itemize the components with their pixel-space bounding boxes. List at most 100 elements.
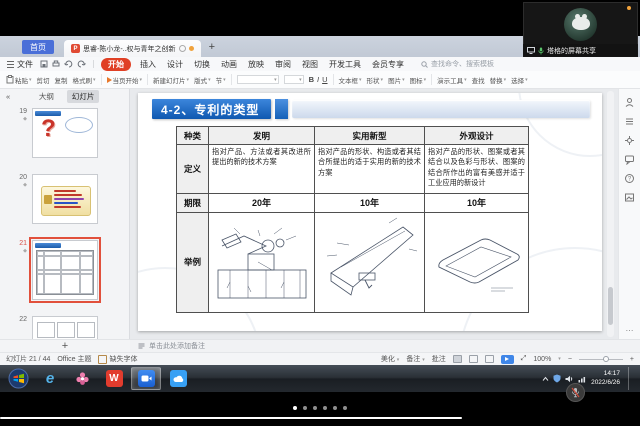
undo-icon[interactable] (64, 60, 73, 68)
notes-bar[interactable]: 单击此处添加备注 (130, 340, 640, 352)
slide-sorter-view-button[interactable] (469, 355, 478, 363)
layout-button[interactable]: 版式▾ (194, 75, 211, 85)
add-slide-button[interactable]: + (62, 341, 68, 352)
fit-slide-icon[interactable]: ⤢ (521, 355, 527, 363)
format-painter-button[interactable]: 格式刷▾ (73, 75, 96, 85)
font-size-select[interactable]: ▾ (284, 75, 304, 84)
menu-tab-animation[interactable]: 动画 (219, 59, 239, 70)
taskbar-ie-button[interactable]: e (35, 367, 65, 390)
document-tab[interactable]: P 思睿-陈小龙-..权与青年之创新 (64, 40, 201, 57)
font-family-select[interactable]: ▾ (237, 75, 279, 84)
thumbnail-row-21-selected[interactable]: 21◆ (0, 240, 129, 300)
page-dot-active[interactable] (293, 406, 297, 410)
patent-types-table[interactable]: 种类 发明 实用新型 外观设计 定义 指对产品、方法或者其改进所提出的新的技术方… (176, 126, 529, 313)
textbox-button[interactable]: 文本框▾ (339, 75, 362, 85)
zoom-in-button[interactable]: + (630, 356, 634, 363)
save-icon[interactable] (40, 60, 48, 68)
underline-button[interactable]: U (322, 75, 327, 84)
slideshow-button[interactable] (501, 355, 514, 364)
reading-view-button[interactable] (485, 355, 494, 363)
thumbnail-row-22[interactable]: 22 (0, 316, 129, 339)
tab-slides[interactable]: 幻灯片 (67, 90, 100, 103)
tab-close-icon[interactable] (179, 45, 186, 52)
copy-button[interactable]: 复制 (55, 75, 68, 85)
missing-font-warning[interactable]: 缺失字体 (98, 354, 137, 364)
list-icon[interactable] (624, 116, 635, 127)
image-panel-icon[interactable] (624, 192, 635, 203)
menu-tab-design[interactable]: 设计 (165, 59, 185, 70)
presentation-tools-button[interactable]: 演示工具▾ (437, 75, 467, 85)
menu-tab-review[interactable]: 审阅 (273, 59, 293, 70)
taskbar-cloud-button[interactable] (163, 367, 193, 390)
select-button[interactable]: 选择▾ (511, 75, 528, 85)
show-desktop-button[interactable] (628, 367, 634, 390)
section-button[interactable]: 节▾ (216, 75, 226, 85)
play-from-current-button[interactable]: 当页开始▾ (107, 75, 143, 85)
comments-toggle-button[interactable]: 批注 (432, 354, 446, 364)
start-button[interactable] (3, 367, 33, 390)
shape-button[interactable]: 形状▾ (367, 75, 384, 85)
notes-toggle-button[interactable]: 备注 ▾ (406, 354, 424, 364)
settings-icon[interactable] (624, 135, 635, 146)
menu-tab-transition[interactable]: 切换 (192, 59, 212, 70)
taskbar-wps-button[interactable]: W (99, 367, 129, 390)
slide-20-thumbnail[interactable] (32, 174, 98, 224)
cut-button[interactable]: 剪切 (37, 75, 50, 85)
screen-share-label-bar[interactable]: 塔格的屏幕共享 (523, 44, 638, 57)
normal-view-button[interactable] (453, 355, 462, 363)
slide-panel: « 大纲 幻灯片 19◆ ? (0, 89, 130, 339)
slide-canvas[interactable]: 4-2、专利的类型 种类 发明 实用新型 外观设计 定义 (138, 93, 602, 331)
beautify-button[interactable]: 美化 ▾ (381, 354, 399, 364)
menu-file[interactable]: 文件 (7, 59, 33, 70)
video-progress-bar[interactable] (0, 417, 462, 419)
picture-button[interactable]: 图片▾ (388, 75, 405, 85)
thumbnail-row-20[interactable]: 20◆ (0, 174, 129, 224)
more-tools-button[interactable]: ⋯ (626, 327, 634, 335)
bold-button[interactable]: B (309, 75, 314, 84)
zoom-out-button[interactable]: − (568, 356, 572, 363)
editor-scrollbar[interactable] (607, 91, 614, 337)
menu-tab-slideshow[interactable]: 放映 (246, 59, 266, 70)
zoom-slider-knob[interactable] (603, 356, 609, 362)
print-icon[interactable] (52, 60, 60, 68)
slide-editor[interactable]: 4-2、专利的类型 种类 发明 实用新型 外观设计 定义 (130, 89, 618, 339)
italic-button[interactable]: I (317, 75, 319, 84)
menu-tab-home[interactable]: 开始 (101, 58, 131, 71)
paste-button[interactable]: 粘贴▾ (6, 75, 32, 85)
new-slide-button[interactable]: 新建幻灯片▾ (153, 75, 189, 85)
security-shield-icon[interactable] (553, 374, 561, 383)
icon-library-button[interactable]: 图标▾ (410, 75, 427, 85)
find-button[interactable]: 查找 (472, 75, 485, 85)
menu-tab-insert[interactable]: 插入 (138, 59, 158, 70)
taskbar-meeting-button-active[interactable] (131, 367, 161, 390)
scrollbar-thumb[interactable] (608, 287, 613, 325)
theme-name[interactable]: Office 主题 (57, 354, 91, 364)
help-icon[interactable]: ? (624, 173, 635, 184)
properties-icon[interactable] (624, 97, 635, 108)
slide-22-thumbnail[interactable] (32, 316, 98, 339)
command-search[interactable]: 查找命令、搜索模板 (421, 59, 494, 69)
taskbar-tool-button[interactable] (67, 367, 97, 390)
slide-19-thumbnail[interactable]: ? (32, 108, 98, 158)
zoom-slider[interactable] (579, 359, 623, 360)
redo-icon[interactable] (77, 60, 86, 68)
comment-icon[interactable] (624, 154, 635, 165)
player-page-dots[interactable] (293, 406, 347, 410)
volume-icon[interactable] (565, 375, 574, 383)
network-icon[interactable] (578, 375, 587, 383)
replace-button[interactable]: 替换▾ (490, 75, 507, 85)
slide-title-banner[interactable]: 4-2、专利的类型 (152, 99, 271, 119)
thumbnail-row-19[interactable]: 19◆ ? (0, 108, 129, 158)
muted-mic-button[interactable] (566, 383, 585, 402)
home-button[interactable]: 首页 (22, 40, 54, 54)
zoom-level[interactable]: 100% (533, 356, 551, 363)
slide-21-thumbnail[interactable] (32, 240, 98, 300)
new-tab-button[interactable]: + (209, 42, 215, 53)
tab-outline[interactable]: 大纲 (34, 90, 59, 103)
menu-tab-devtools[interactable]: 开发工具 (327, 59, 363, 70)
tray-expand-icon[interactable] (542, 376, 549, 382)
taskbar-clock[interactable]: 14:17 2022/6/26 (591, 370, 620, 386)
menu-tab-member[interactable]: 会员专享 (370, 59, 406, 70)
menu-tab-view[interactable]: 视图 (300, 59, 320, 70)
definition-label: 定义 (177, 145, 209, 194)
